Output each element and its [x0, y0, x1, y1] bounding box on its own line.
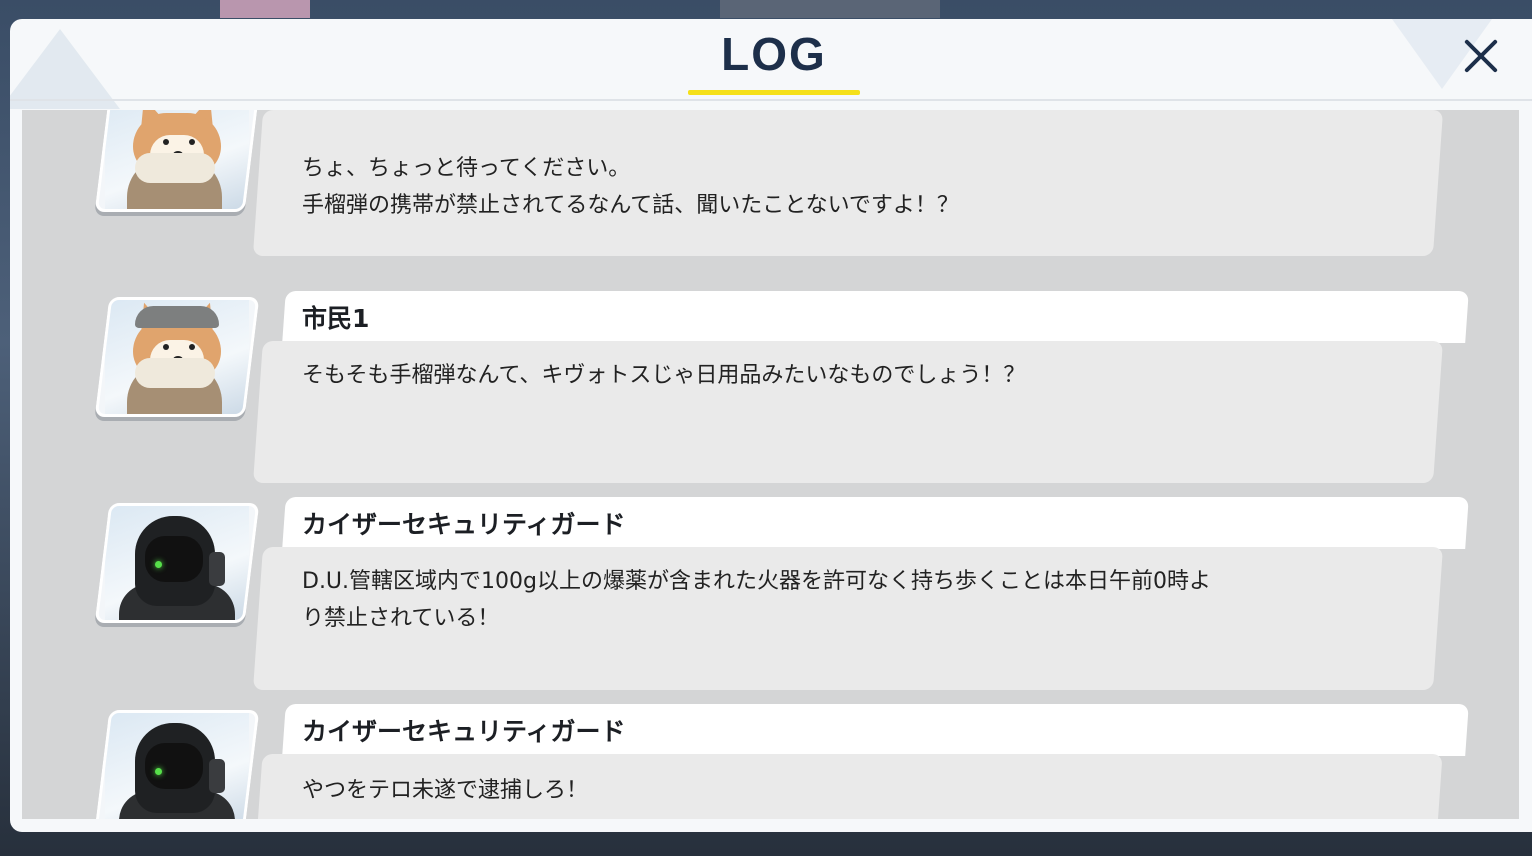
message-text: D.U.管轄区域内で100g以上の爆薬が含まれた火器を許可なく持ち歩くことは本日… [302, 569, 1211, 631]
title-underline [688, 90, 860, 95]
message-text: そもそも手榴弾なんて、キヴォトスじゃ日用品みたいなものでしょう！？ [302, 363, 1026, 388]
avatar-corgi-citizen [94, 297, 260, 417]
speaker-name: カイザーセキュリティガード [302, 510, 626, 539]
message-text: やつをテロ未遂で逮捕しろ！ [302, 778, 589, 803]
close-icon[interactable] [1456, 31, 1506, 81]
log-list[interactable]: ちょ、ちょっと待ってください。 手榴弾の携帯が禁止されてるなんて話、聞いたことな… [22, 110, 1519, 819]
avatar-kaiser-security-guard [94, 503, 260, 623]
background-blossom [220, 0, 310, 18]
avatar-corgi-citizen [94, 110, 260, 212]
log-entry: カイザーセキュリティガード D.U.管轄区域内で100g以上の爆薬が含まれた火器… [22, 497, 1519, 693]
log-entry: ちょ、ちょっと待ってください。 手榴弾の携帯が禁止されてるなんて話、聞いたことな… [22, 110, 1519, 260]
avatar-kaiser-security-guard [94, 710, 260, 819]
log-modal: LOG ちょ、ちょっと待ってください。 手榴弾の携帯が禁止されてるなんて話、聞い… [10, 19, 1532, 832]
message-text: ちょ、ちょっと待ってください。 手榴弾の携帯が禁止されてるなんて話、聞いたことな… [302, 156, 959, 218]
log-title: LOG [721, 28, 827, 80]
log-entry: 市民1 そもそも手榴弾なんて、キヴォトスじゃ日用品みたいなものでしょう！？ [22, 291, 1519, 485]
log-header: LOG [10, 19, 1532, 101]
speaker-name-tab [282, 291, 1469, 343]
speaker-name: カイザーセキュリティガード [302, 717, 626, 746]
log-entry: カイザーセキュリティガード やつをテロ未遂で逮捕しろ！ [22, 704, 1519, 819]
background-building [720, 0, 940, 18]
speaker-name: 市民1 [302, 304, 370, 333]
